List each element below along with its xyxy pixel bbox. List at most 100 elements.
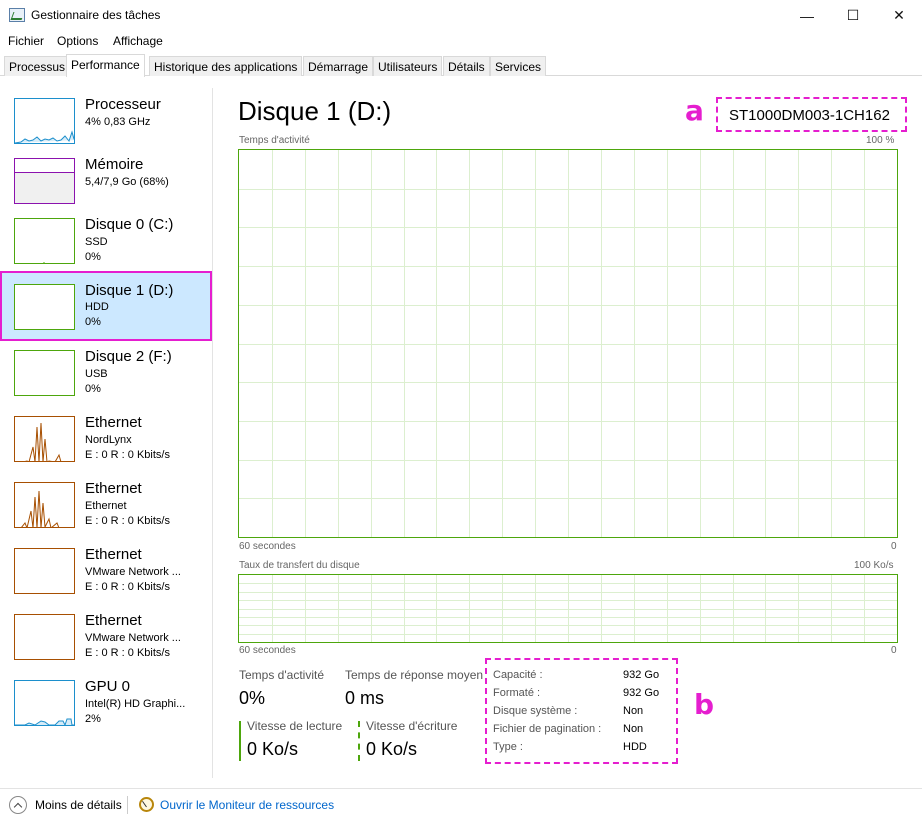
memory-thumbnail-graph [14, 158, 75, 204]
prop-type-label: Type : [493, 741, 523, 753]
prop-type-value: HDD [623, 741, 647, 753]
menu-fichier[interactable]: Fichier [8, 34, 44, 48]
prop-capacity-value: 932 Go [623, 669, 660, 681]
sidebar-item-detail: HDD [85, 301, 109, 313]
activity-graph-max: 100 % [866, 135, 895, 146]
sidebar-item-ethernet-nordlynx[interactable]: Ethernet NordLynx E : 0 R : 0 Kbits/s [0, 412, 212, 478]
prop-page-file-label: Fichier de pagination : [493, 723, 602, 735]
sidebar-item-title: Mémoire [85, 156, 144, 173]
callout-a: a [685, 94, 704, 127]
write-speed-label: Vitesse d'écriture [366, 719, 458, 733]
read-speed-value: 0 Ko/s [247, 739, 299, 759]
sidebar-item-detail: 4% 0,83 GHz [85, 116, 151, 128]
sidebar-item-detail: USB [85, 368, 108, 380]
resource-monitor-icon[interactable] [139, 797, 154, 812]
sidebar-item-usage: E : 0 R : 0 Kbits/s [85, 449, 170, 461]
sidebar-item-usage: E : 0 R : 0 Kbits/s [85, 647, 170, 659]
disk1-thumbnail-graph [14, 284, 75, 330]
sidebar-item-gpu-0[interactable]: GPU 0 Intel(R) HD Graphi... 2% [0, 676, 212, 742]
maximize-button[interactable]: ☐ [830, 0, 876, 31]
activity-graph-time: 60 secondes [239, 541, 296, 552]
sidebar-item-ethernet[interactable]: Ethernet Ethernet E : 0 R : 0 Kbits/s [0, 478, 212, 544]
activity-stat-label: Temps d'activité [239, 668, 324, 682]
footer-bar [0, 788, 922, 830]
sidebar-item-title: Ethernet [85, 414, 142, 431]
sidebar-item-usage: 0% [85, 251, 101, 263]
callout-b: b [694, 688, 715, 721]
sidebar-item-title: Disque 0 (C:) [85, 216, 174, 233]
sidebar-item-usage: 0% [85, 383, 101, 395]
minimize-button[interactable]: — [784, 0, 830, 31]
task-manager-icon [9, 8, 25, 22]
sidebar-item-detail: Intel(R) HD Graphi... [85, 698, 186, 710]
menu-options[interactable]: Options [57, 34, 98, 48]
footer-divider [127, 796, 128, 814]
read-speed-label: Vitesse de lecture [247, 719, 343, 733]
sidebar-item-title: Ethernet [85, 612, 142, 629]
tab-services[interactable]: Services [490, 56, 547, 76]
sidebar-item-title: GPU 0 [85, 678, 131, 695]
cpu-thumbnail-graph [14, 98, 75, 144]
prop-system-disk-label: Disque système : [493, 705, 578, 717]
transfer-graph-max: 100 Ko/s [854, 560, 894, 571]
transfer-graph-min: 0 [891, 645, 897, 656]
sidebar-item-title: Disque 1 (D:) [85, 282, 174, 299]
activity-graph [238, 149, 898, 538]
sidebar-item-ethernet-vmware-1[interactable]: Ethernet VMware Network ... E : 0 R : 0 … [0, 544, 212, 610]
transfer-graph-time: 60 secondes [239, 645, 296, 656]
write-speed-indicator [358, 721, 360, 761]
sidebar-item-memoire[interactable]: Mémoire 5,4/7,9 Go (68%) [0, 154, 212, 220]
write-speed-value: 0 Ko/s [366, 739, 418, 759]
activity-stat-value: 0% [239, 688, 266, 708]
sidebar-item-disque-2[interactable]: Disque 2 (F:) USB 0% [0, 346, 212, 412]
disk0-thumbnail-graph [14, 218, 75, 264]
sidebar-item-title: Processeur [85, 96, 161, 113]
read-speed-indicator [239, 721, 241, 761]
transfer-graph [238, 574, 898, 643]
sidebar-item-detail: VMware Network ... [85, 566, 181, 578]
tab-performance[interactable]: Performance [66, 54, 145, 77]
less-details-button[interactable]: Moins de détails [35, 798, 122, 812]
sidebar-item-usage: E : 0 R : 0 Kbits/s [85, 515, 170, 527]
tab-utilisateurs[interactable]: Utilisateurs [373, 56, 443, 76]
title-bar: Gestionnaire des tâches — ☐ ✕ [0, 0, 922, 31]
ethernet-thumbnail-graph [14, 482, 75, 528]
sidebar-item-detail: Ethernet [85, 500, 127, 512]
prop-system-disk-value: Non [623, 705, 644, 717]
tab-details[interactable]: Détails [443, 56, 490, 76]
disk-model-name: ST1000DM003-1CH162 [729, 107, 890, 124]
sidebar-item-title: Disque 2 (F:) [85, 348, 172, 365]
tab-historique[interactable]: Historique des applications [149, 56, 303, 76]
sidebar-item-usage: 0% [85, 316, 101, 328]
sidebar-item-ethernet-vmware-2[interactable]: Ethernet VMware Network ... E : 0 R : 0 … [0, 610, 212, 676]
tab-bar: Processus Performance Historique des app… [0, 54, 922, 77]
sidebar-item-title: Ethernet [85, 480, 142, 497]
activity-graph-label: Temps d'activité [239, 135, 310, 146]
tab-processus[interactable]: Processus [4, 56, 71, 76]
ethernet-thumbnail-graph [14, 548, 75, 594]
sidebar-item-title: Ethernet [85, 546, 142, 563]
menu-affichage[interactable]: Affichage [113, 34, 163, 48]
ethernet-thumbnail-graph [14, 614, 75, 660]
close-button[interactable]: ✕ [876, 0, 922, 31]
prop-formatted-label: Formaté : [493, 687, 541, 699]
prop-capacity-label: Capacité : [493, 669, 543, 681]
gpu-thumbnail-graph [14, 680, 75, 726]
page-title: Disque 1 (D:) [238, 96, 392, 126]
prop-formatted-value: 932 Go [623, 687, 660, 699]
sidebar-item-usage: 2% [85, 713, 101, 725]
sidebar-item-detail: VMware Network ... [85, 632, 181, 644]
prop-page-file-value: Non [623, 723, 644, 735]
tab-demarrage[interactable]: Démarrage [303, 56, 374, 76]
performance-sidebar: Processeur 4% 0,83 GHz Mémoire 5,4/7,9 G… [0, 88, 213, 778]
sidebar-item-detail: 5,4/7,9 Go (68%) [85, 176, 169, 188]
sidebar-item-detail: NordLynx [85, 434, 132, 446]
resource-monitor-link[interactable]: Ouvrir le Moniteur de ressources [160, 798, 334, 812]
chevron-up-icon[interactable] [9, 796, 27, 814]
menu-bar: Fichier Options Affichage [0, 31, 922, 51]
sidebar-item-processeur[interactable]: Processeur 4% 0,83 GHz [0, 94, 212, 160]
response-stat-value: 0 ms [345, 688, 385, 708]
window-title: Gestionnaire des tâches [31, 8, 161, 22]
sidebar-item-disque-1[interactable]: Disque 1 (D:) HDD 0% [0, 271, 212, 341]
disk2-thumbnail-graph [14, 350, 75, 396]
